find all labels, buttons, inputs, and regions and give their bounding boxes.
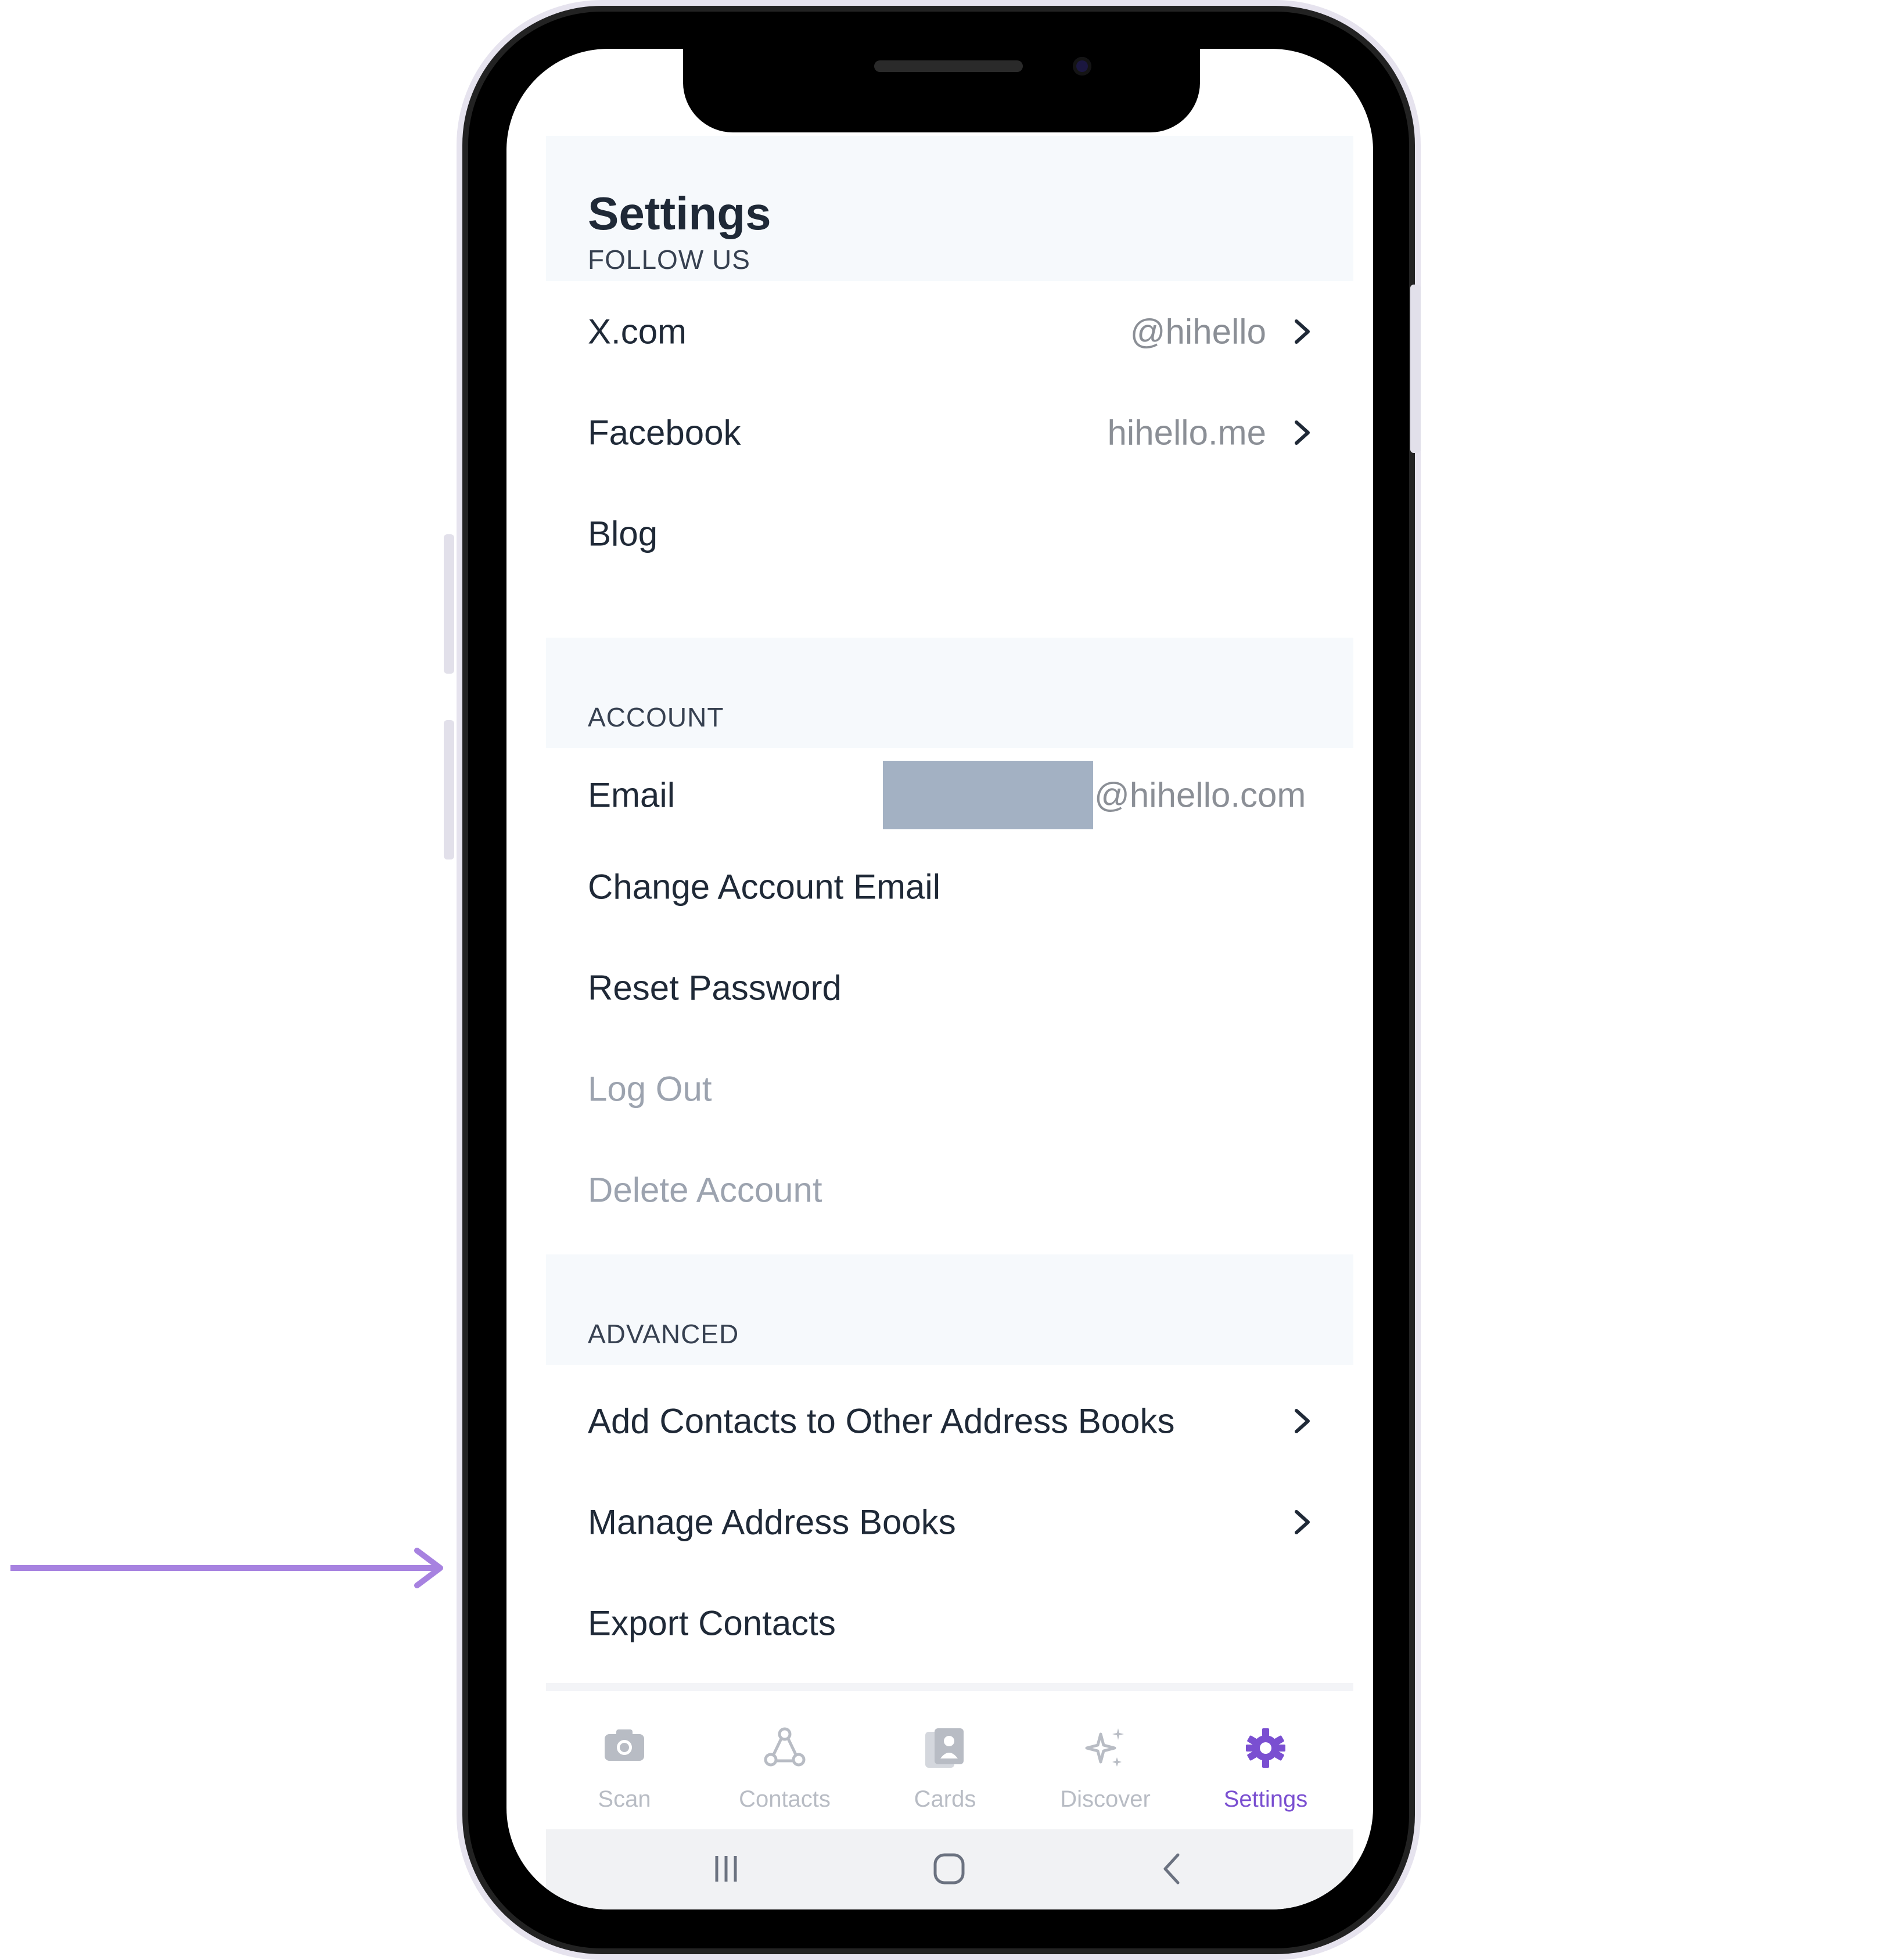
section-label-account: ACCOUNT (588, 702, 724, 732)
home-icon[interactable] (932, 1851, 967, 1886)
row-label: Manage Address Books (588, 1502, 956, 1542)
row-value: @hihello (1130, 312, 1266, 351)
camera-icon (605, 1729, 644, 1761)
bottom-tab-bar: Scan Contacts Cards Discover Settings (546, 1696, 1353, 1825)
row-manage-address-books[interactable]: Manage Address Books (546, 1472, 1353, 1573)
system-navigation-bar (546, 1829, 1353, 1909)
phone-volume-down-button (444, 720, 454, 859)
contacts-icon (764, 1727, 806, 1767)
row-export-contacts[interactable]: Export Contacts (546, 1573, 1353, 1674)
chevron-right-icon (1295, 319, 1310, 344)
row-label: Export Contacts (588, 1603, 836, 1643)
tab-label: Contacts (739, 1786, 831, 1812)
row-label: Add Contacts to Other Address Books (588, 1401, 1175, 1441)
phone-screen: Settings FOLLOW US X.com @hihello Facebo… (506, 49, 1373, 1909)
row-label: Change Account Email (588, 867, 941, 907)
section-header-follow-us: Settings FOLLOW US (546, 136, 1353, 281)
tab-discover[interactable]: Discover (1027, 1696, 1184, 1825)
row-label: Reset Password (588, 968, 842, 1008)
chevron-right-icon (1295, 1409, 1310, 1433)
row-label: Delete Account (588, 1170, 822, 1210)
row-delete-account[interactable]: Delete Account (546, 1139, 1353, 1240)
chevron-right-icon (1295, 1510, 1310, 1534)
sparkle-icon (1085, 1728, 1124, 1767)
page-title: Settings (588, 188, 771, 239)
tab-cards[interactable]: Cards (867, 1696, 1023, 1825)
row-label: Blog (588, 514, 658, 553)
row-add-contacts-to-other-address-books[interactable]: Add Contacts to Other Address Books (546, 1371, 1353, 1472)
section-label-advanced: ADVANCED (588, 1319, 739, 1349)
section-header-account: ACCOUNT (546, 638, 1353, 748)
row-value: hihello.me (1107, 413, 1267, 452)
row-label: Email (588, 775, 676, 815)
tab-settings[interactable]: Settings (1187, 1696, 1344, 1825)
front-camera (1073, 57, 1091, 75)
phone-notch (683, 49, 1200, 132)
phone-side-button (1410, 285, 1421, 453)
row-label: X.com (588, 312, 687, 351)
row-email[interactable]: Email @hihello.com (546, 754, 1353, 836)
cards-icon (925, 1728, 964, 1768)
tab-scan[interactable]: Scan (546, 1696, 703, 1825)
settings-screen: Settings FOLLOW US X.com @hihello Facebo… (546, 136, 1353, 1909)
row-facebook[interactable]: Facebook hihello.me (546, 382, 1353, 483)
tab-label: Cards (914, 1786, 976, 1812)
section-header-advanced: ADVANCED (546, 1254, 1353, 1365)
gear-icon (1246, 1728, 1285, 1768)
row-change-account-email[interactable]: Change Account Email (546, 836, 1353, 937)
chevron-right-icon (1295, 420, 1310, 445)
tab-contacts[interactable]: Contacts (706, 1696, 863, 1825)
annotation-arrow (10, 1548, 443, 1588)
row-log-out[interactable]: Log Out (546, 1038, 1353, 1139)
row-label: Facebook (588, 413, 741, 452)
section-label-follow-us: FOLLOW US (588, 244, 750, 275)
tab-label: Discover (1060, 1786, 1151, 1812)
email-domain: @hihello.com (1094, 775, 1306, 815)
tab-label: Settings (1223, 1786, 1308, 1812)
tab-label: Scan (598, 1786, 651, 1812)
phone-volume-up-button (444, 534, 454, 674)
redacted-email-name (883, 761, 1093, 829)
row-blog[interactable]: Blog (546, 483, 1353, 584)
recent-apps-icon[interactable] (709, 1851, 743, 1886)
back-icon[interactable] (1156, 1851, 1191, 1886)
speaker-grille (874, 60, 1023, 72)
row-label: Log Out (588, 1069, 712, 1109)
row-reset-password[interactable]: Reset Password (546, 937, 1353, 1038)
row-x-com[interactable]: X.com @hihello (546, 281, 1353, 382)
tabbar-divider (546, 1683, 1353, 1691)
